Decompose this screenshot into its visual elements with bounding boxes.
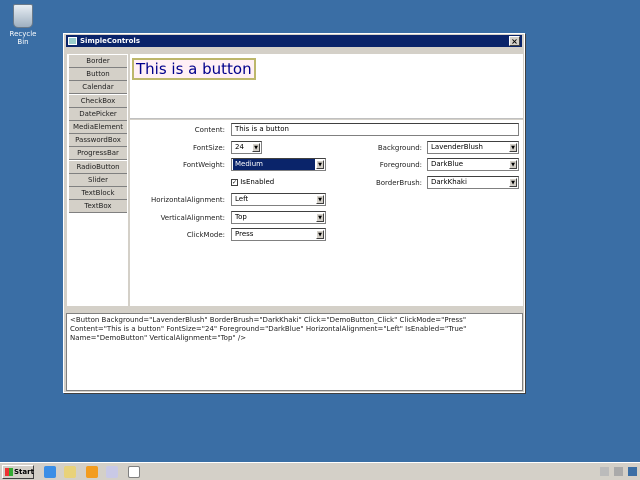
valign-label: VerticalAlignment:: [160, 214, 225, 222]
chevron-down-icon[interactable]: ▼: [509, 178, 517, 187]
nav-button-button[interactable]: Button: [69, 68, 127, 82]
clickmode-label: ClickMode:: [186, 231, 225, 239]
explorer-icon[interactable]: [64, 466, 76, 478]
app-icon: [68, 37, 77, 45]
checkmark-icon: ✓: [231, 178, 238, 186]
window-title: SimpleControls: [80, 37, 140, 45]
clickmode-combo[interactable]: Press ▼: [231, 228, 326, 241]
nav-button-datepicker[interactable]: DatePicker: [69, 107, 127, 121]
nav-button-slider[interactable]: Slider: [69, 173, 127, 187]
fontweight-value: Medium: [233, 159, 315, 170]
fontsize-value: 24: [235, 143, 244, 151]
ie-icon[interactable]: [44, 466, 56, 478]
foreground-label: Foreground:: [379, 161, 422, 169]
nav-button-calendar[interactable]: Calendar: [69, 81, 127, 95]
network-icon[interactable]: [106, 466, 118, 478]
content-label: Content:: [194, 126, 225, 134]
background-label: Background:: [377, 144, 422, 152]
xaml-output[interactable]: <Button Background="LavenderBlush" Borde…: [66, 313, 523, 391]
chevron-down-icon[interactable]: ▼: [316, 213, 324, 222]
fontweight-combo[interactable]: Medium ▼: [231, 158, 326, 171]
nav-button-passwordbox[interactable]: PasswordBox: [69, 134, 127, 148]
title-bar[interactable]: SimpleControls ×: [66, 35, 522, 47]
chevron-down-icon[interactable]: ▼: [316, 195, 324, 204]
halign-label: HorizontalAlignment:: [151, 196, 225, 204]
recycle-bin-icon[interactable]: Recycle Bin: [4, 4, 42, 46]
borderbrush-combo[interactable]: DarkKhaki ▼: [427, 176, 519, 189]
media-player-icon[interactable]: [86, 466, 98, 478]
isenabled-checkbox[interactable]: ✓ IsEnabled: [231, 178, 274, 186]
valign-combo[interactable]: Top ▼: [231, 211, 326, 224]
nav-button-radiobutton[interactable]: RadioButton: [69, 160, 127, 174]
fontsize-label: FontSize:: [193, 144, 225, 152]
nav-button-textblock[interactable]: TextBlock: [69, 187, 127, 200]
start-button[interactable]: Start: [2, 465, 34, 479]
control-nav: Border Button Calendar CheckBox DatePicker Me…: [67, 54, 128, 306]
halign-value: Left: [235, 195, 249, 203]
chevron-down-icon[interactable]: ▼: [316, 230, 324, 239]
fontweight-label: FontWeight:: [183, 161, 225, 169]
taskbar: Start: [0, 462, 640, 480]
isenabled-label: IsEnabled: [240, 178, 275, 186]
tray-icon-3[interactable]: [628, 467, 637, 476]
foreground-value: DarkBlue: [431, 160, 464, 168]
background-combo[interactable]: LavenderBlush ▼: [427, 141, 519, 154]
halign-combo[interactable]: Left ▼: [231, 193, 326, 206]
chevron-down-icon[interactable]: ▼: [509, 160, 517, 169]
preview-area: This is a button: [130, 54, 523, 119]
chevron-down-icon[interactable]: ▼: [509, 143, 517, 152]
simplecontrols-task-button[interactable]: [128, 466, 140, 478]
clickmode-value: Press: [235, 230, 254, 238]
start-label: Start: [14, 468, 34, 476]
recycle-bin-label: Recycle Bin: [9, 30, 37, 46]
nav-button-border[interactable]: Border: [69, 55, 127, 68]
tray-icon-1[interactable]: [600, 467, 609, 476]
close-button[interactable]: ×: [509, 36, 520, 46]
nav-button-checkbox[interactable]: CheckBox: [69, 94, 127, 108]
simplecontrols-window: SimpleControls × Border Button Calendar Che…: [63, 33, 525, 393]
demo-button[interactable]: This is a button: [132, 58, 256, 80]
borderbrush-label: BorderBrush:: [375, 179, 422, 187]
windows-logo-icon: [5, 468, 13, 476]
trash-icon: [13, 4, 33, 28]
nav-button-progressbar[interactable]: ProgressBar: [69, 147, 127, 161]
nav-button-textbox[interactable]: TextBox: [69, 200, 127, 214]
background-value: LavenderBlush: [431, 143, 483, 151]
fontsize-combo[interactable]: 24 ▼: [231, 141, 262, 154]
borderbrush-value: DarkKhaki: [431, 178, 467, 186]
valign-value: Top: [235, 213, 247, 221]
chevron-down-icon[interactable]: ▼: [316, 160, 324, 169]
tray-icon-2[interactable]: [614, 467, 623, 476]
chevron-down-icon[interactable]: ▼: [252, 143, 260, 152]
content-input[interactable]: This is a button: [231, 123, 519, 136]
nav-button-mediaelement[interactable]: MediaElement: [69, 121, 127, 134]
properties-form: Content: This is a button FontSize: 24 ▼ …: [130, 120, 523, 306]
foreground-combo[interactable]: DarkBlue ▼: [427, 158, 519, 171]
